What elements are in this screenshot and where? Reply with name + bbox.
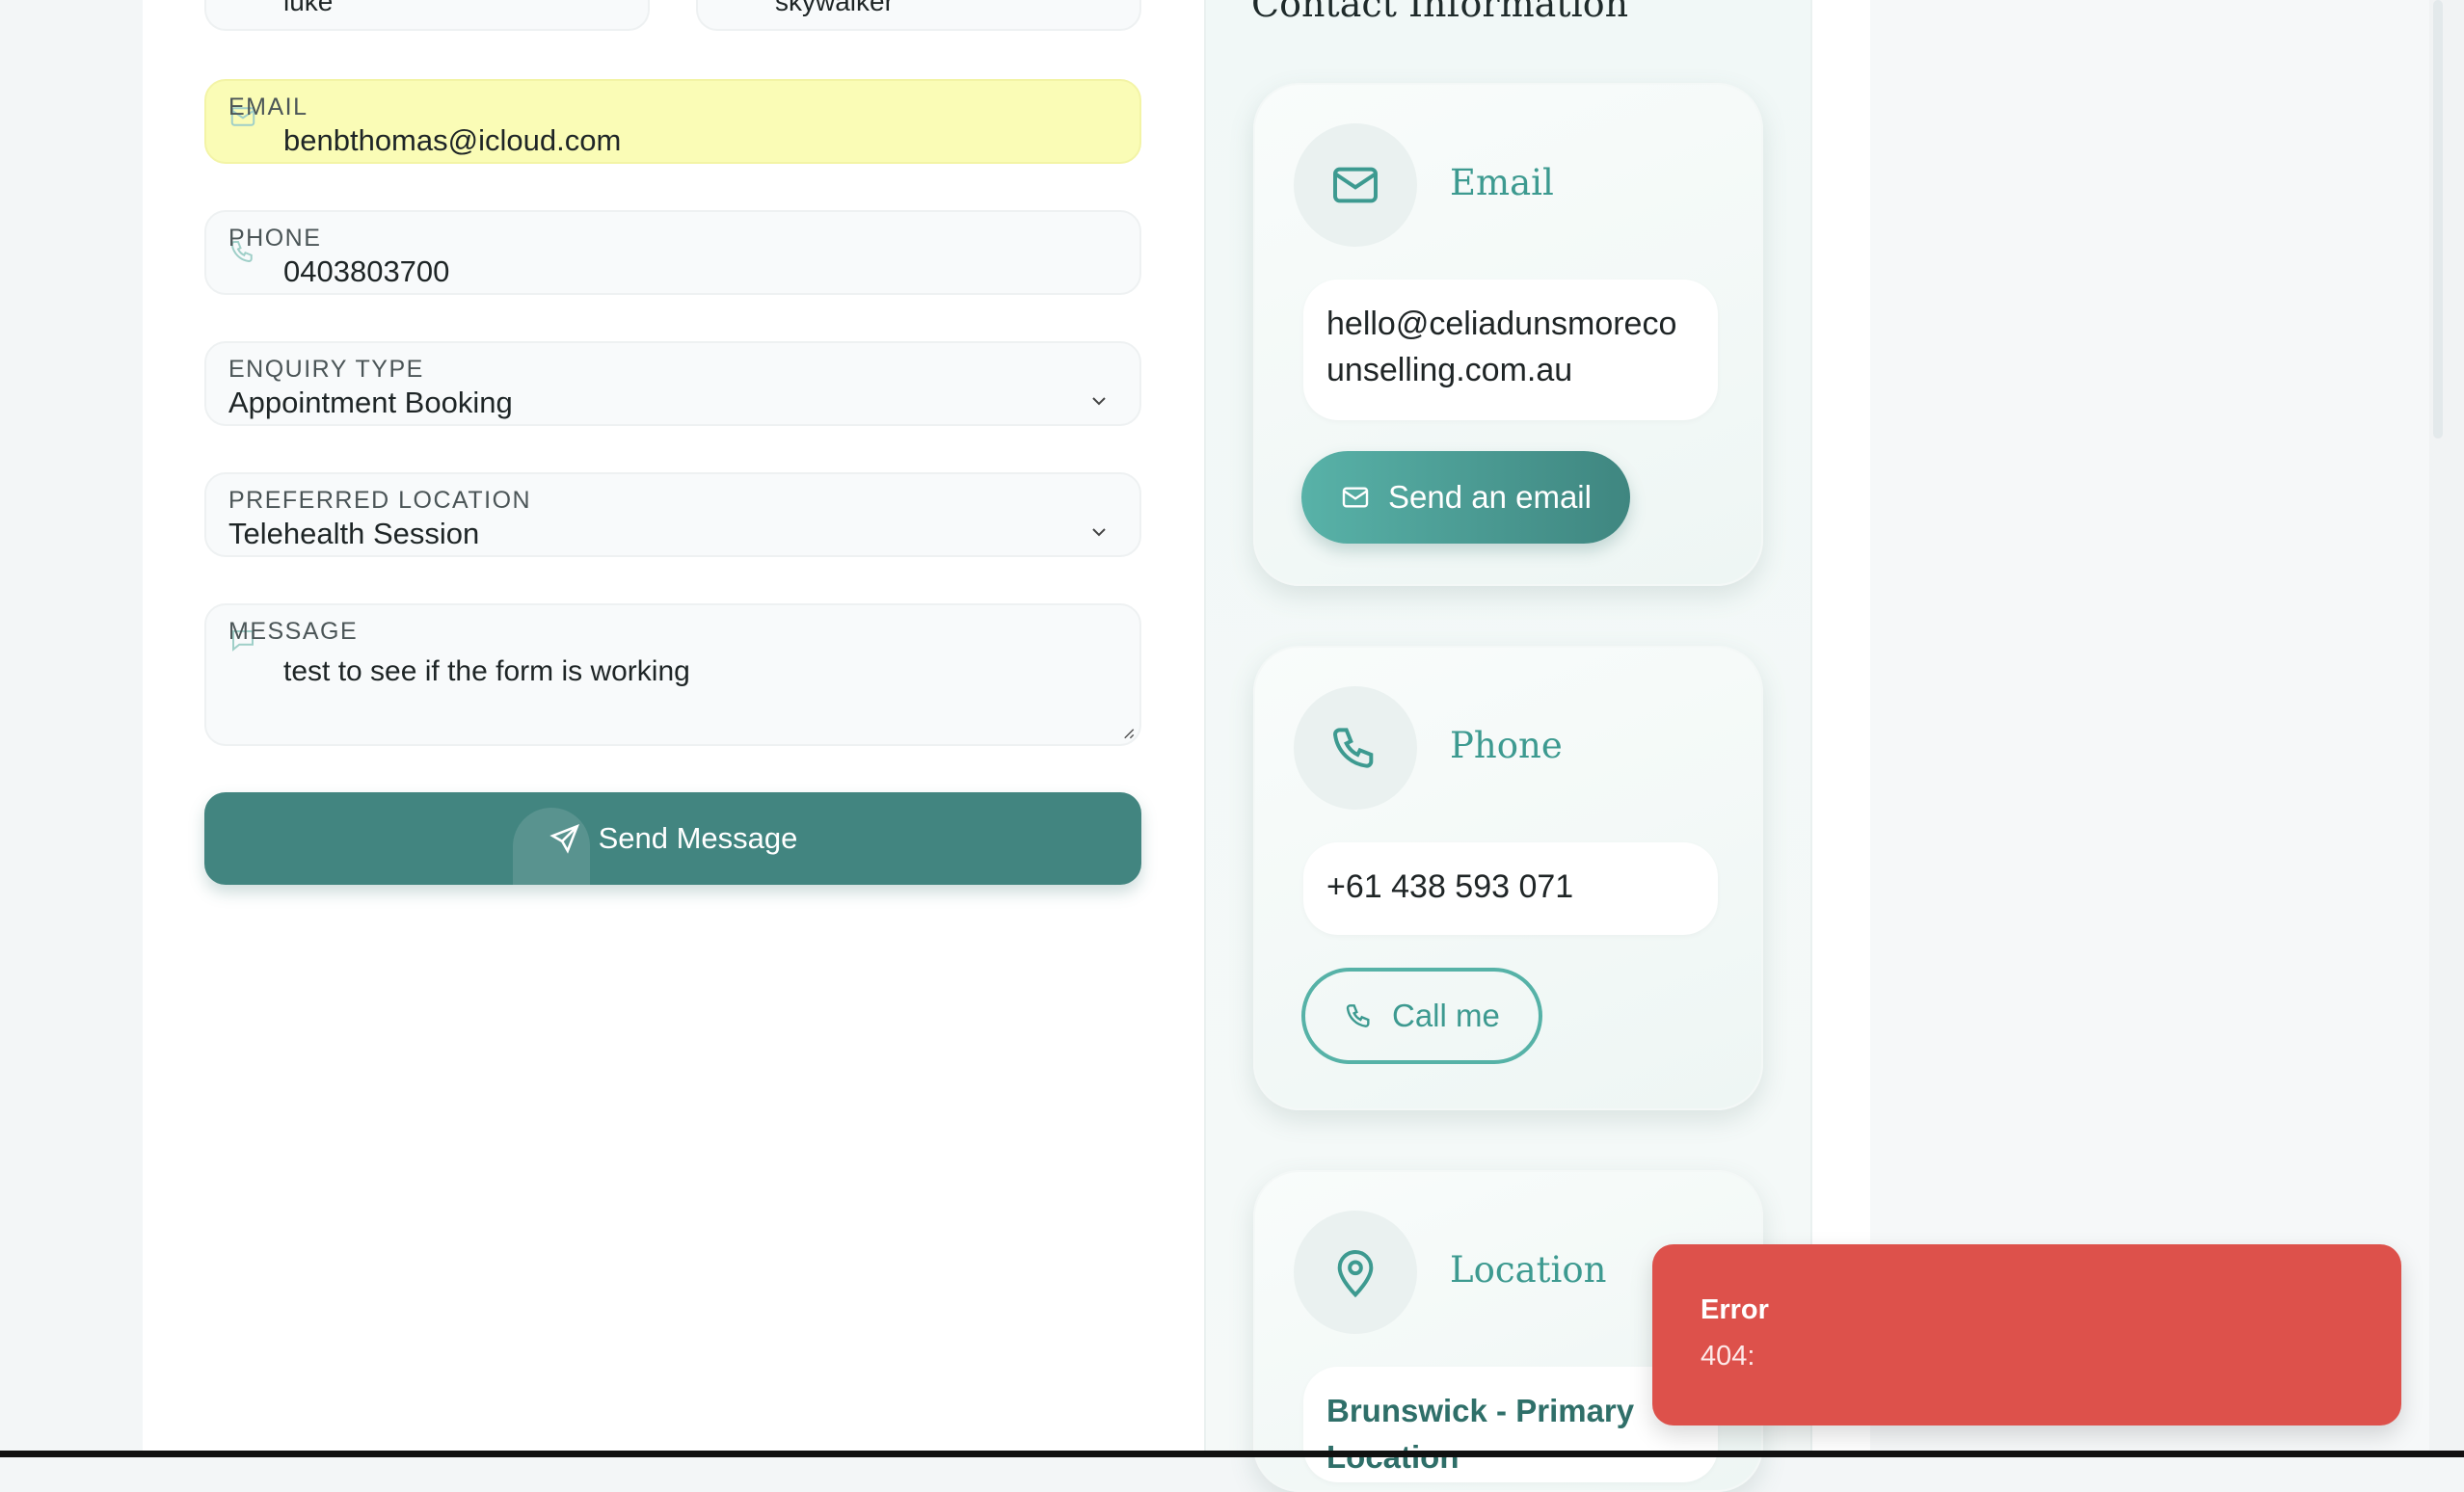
message-value: test to see if the form is working [283,655,690,687]
phone-field[interactable]: PHONE 0403803700 [204,210,1141,295]
email-label: EMAIL [228,93,308,120]
send-an-email-label: Send an email [1388,479,1592,515]
call-me-button[interactable]: Call me [1301,968,1542,1064]
contact-title: Contact Information [1251,0,1629,25]
phone-label: PHONE [228,225,322,252]
phone-card: Phone +61 438 593 071 Call me [1253,646,1763,1110]
location-card-title: Location [1450,1249,1607,1291]
email-field[interactable]: EMAIL benbthomas@icloud.com [204,79,1141,164]
mail-icon [1333,167,1378,203]
email-address[interactable]: hello@celiadunsmorecounselling.com.au [1303,280,1718,420]
send-message-label: Send Message [598,821,798,855]
last-name-value: skywalker [775,0,894,16]
email-card-icon-wrap [1294,123,1417,247]
email-card: Email hello@celiadunsmorecounselling.com… [1253,83,1763,586]
first-name-value: luke [283,0,334,16]
phone-number[interactable]: +61 438 593 071 [1303,842,1718,935]
mail-icon [1342,487,1369,508]
right-gutter [1870,0,2429,1457]
phone-icon [1346,1004,1370,1027]
first-name-input[interactable]: luke [204,0,650,31]
phone-value: 0403803700 [283,254,450,288]
bottom-edge [0,1451,2464,1457]
enquiry-type-value: Appointment Booking [228,386,513,419]
preferred-location-value: Telehealth Session [228,517,480,550]
preferred-location-select[interactable]: PREFERRED LOCATION Telehealth Session [204,472,1141,557]
chevron-down-icon [1092,528,1106,537]
enquiry-type-label: ENQUIRY TYPE [228,356,424,383]
enquiry-type-select[interactable]: ENQUIRY TYPE Appointment Booking [204,341,1141,426]
toast-title: Error [1701,1294,1769,1325]
email-value: benbthomas@icloud.com [283,123,622,157]
send-message-button[interactable]: Send Message [204,792,1141,885]
email-card-title: Email [1450,162,1554,203]
phone-card-title: Phone [1450,725,1563,766]
send-an-email-button[interactable]: Send an email [1301,451,1630,544]
send-icon [549,824,579,854]
call-me-label: Call me [1392,998,1500,1033]
phone-icon [1333,728,1374,768]
chevron-down-icon [1092,397,1106,406]
last-name-input[interactable]: skywalker [696,0,1141,31]
location-pin-icon [1337,1250,1374,1298]
resize-handle-icon[interactable] [1118,723,1136,740]
message-label: MESSAGE [228,618,359,645]
preferred-location-label: PREFERRED LOCATION [228,487,532,514]
phone-card-icon-wrap [1294,686,1417,810]
scrollbar-thumb[interactable] [2433,0,2443,439]
error-toast[interactable]: Error 404: [1652,1244,2401,1425]
location-card-icon-wrap [1294,1211,1417,1334]
toast-message: 404: [1701,1341,1755,1372]
message-textarea[interactable]: MESSAGE test to see if the form is worki… [204,603,1141,746]
